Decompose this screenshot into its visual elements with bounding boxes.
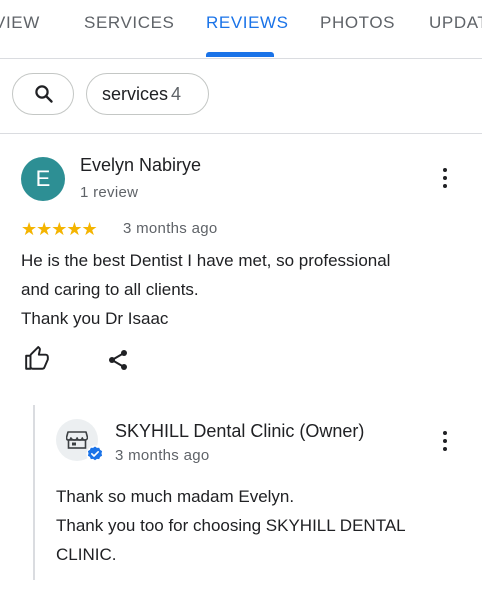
review-text-line: and caring to all clients. (21, 280, 199, 299)
tab-reviews[interactable]: REVIEWS (206, 13, 289, 33)
review-date: 3 months ago (123, 220, 218, 237)
share-icon[interactable] (106, 348, 130, 372)
review-text-line: He is the best Dentist I have met, so pr… (21, 251, 391, 270)
owner-reply-text: Thank so much madam Evelyn. Thank you to… (56, 482, 476, 569)
tab-photos[interactable]: PHOTOS (320, 13, 395, 33)
avatar[interactable]: E (21, 157, 65, 201)
reply-text-line: Thank so much madam Evelyn. (56, 487, 295, 506)
tab-services[interactable]: SERVICES (84, 13, 174, 33)
tab-bar: VIEW SERVICES REVIEWS PHOTOS UPDAT (0, 0, 482, 59)
tab-updates[interactable]: UPDAT (429, 13, 482, 33)
divider (0, 133, 482, 134)
active-tab-indicator (206, 52, 274, 57)
services-filter-chip[interactable]: services 4 (86, 73, 209, 115)
reviewer-review-count: 1 review (80, 184, 139, 201)
thumbs-up-icon[interactable] (24, 346, 50, 372)
more-options-icon[interactable] (441, 167, 449, 191)
review-text: He is the best Dentist I have met, so pr… (21, 246, 471, 333)
verified-badge-icon (86, 445, 104, 463)
reply-text-line: CLINIC. (56, 545, 117, 564)
search-icon (35, 85, 53, 103)
tab-overview[interactable]: VIEW (0, 13, 40, 33)
search-reviews-button[interactable] (12, 73, 74, 115)
owner-name[interactable]: SKYHILL Dental Clinic (Owner) (115, 421, 364, 442)
star-rating: ★★★★★ (21, 219, 98, 239)
storefront-icon (66, 431, 88, 449)
more-options-icon[interactable] (441, 430, 449, 454)
review-text-line: Thank you Dr Isaac (21, 309, 169, 328)
services-chip-label: services (102, 84, 169, 104)
services-chip-count: 4 (171, 84, 182, 104)
reply-text-line: Thank you too for choosing SKYHILL DENTA… (56, 516, 406, 535)
reviewer-name[interactable]: Evelyn Nabirye (80, 155, 201, 176)
reply-thread-line (33, 405, 35, 580)
owner-reply-date: 3 months ago (115, 447, 210, 464)
